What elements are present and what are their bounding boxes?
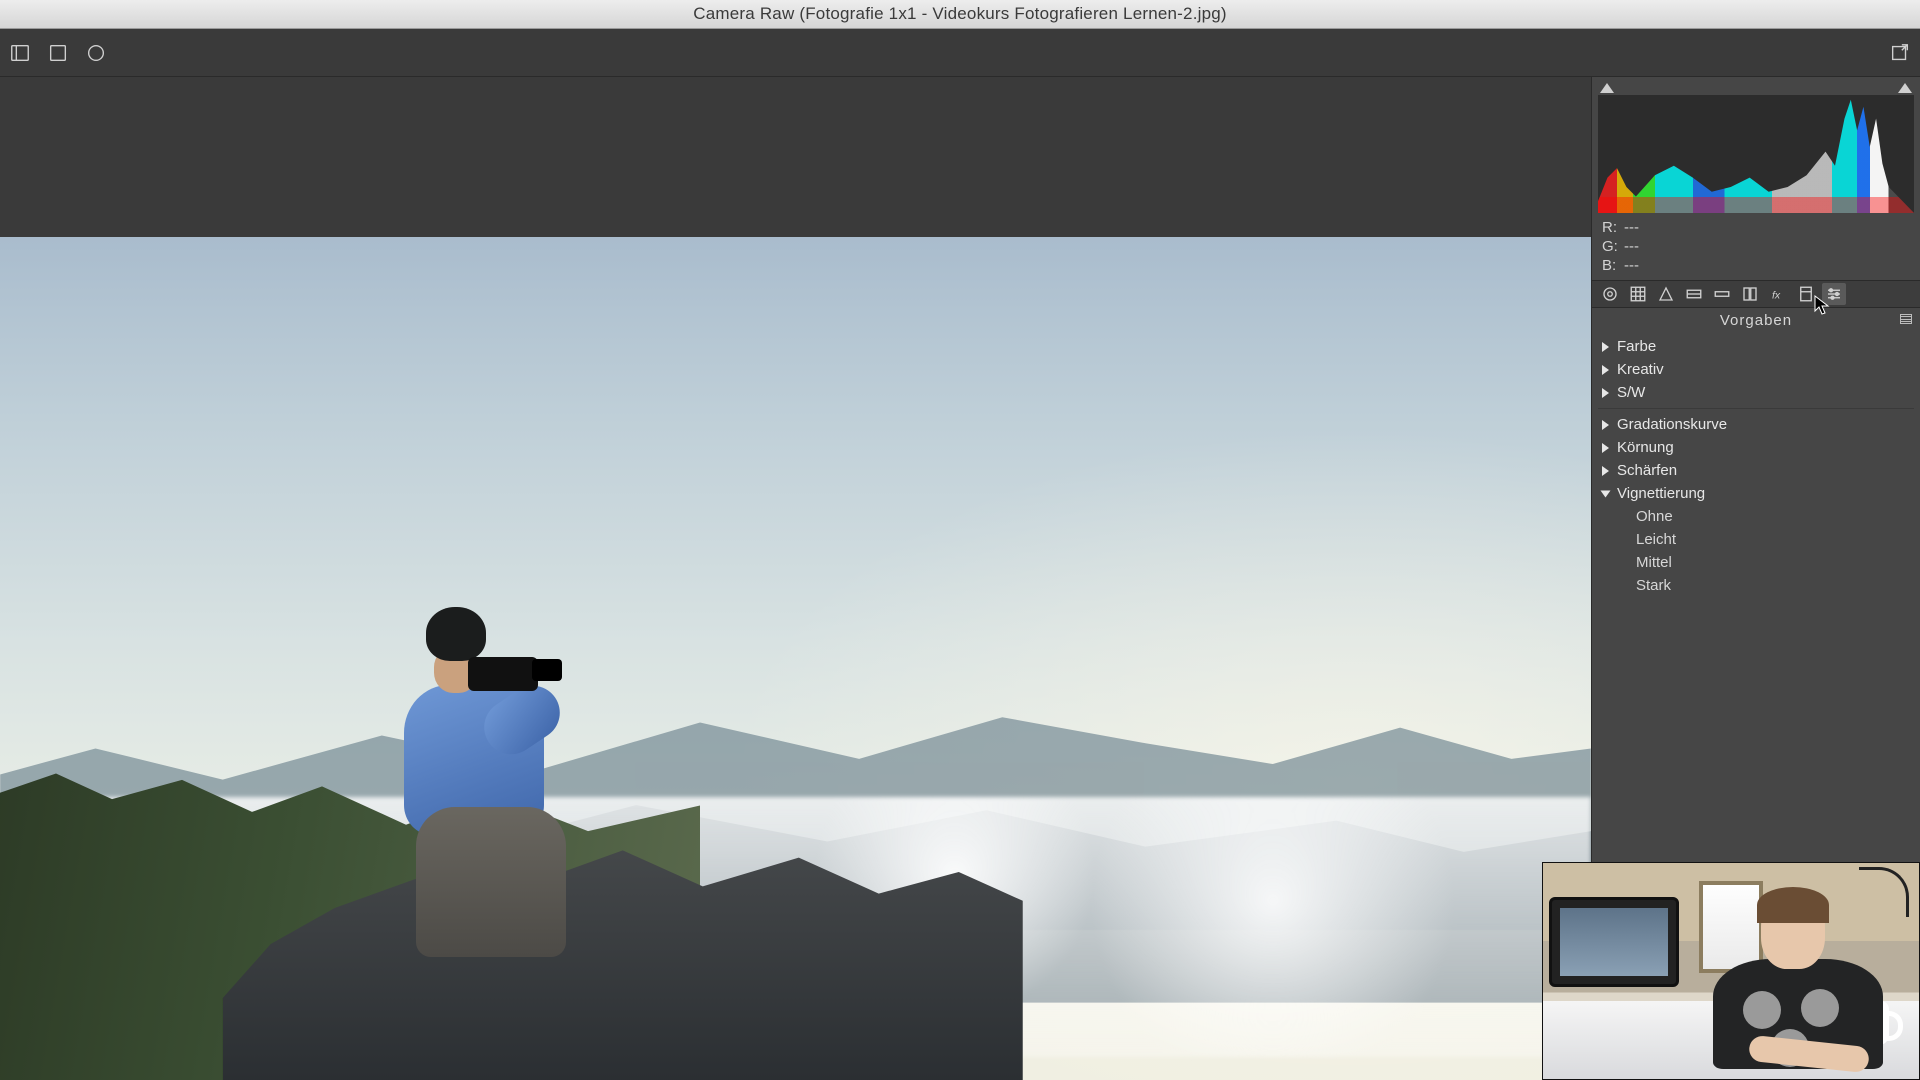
window-title: Camera Raw (Fotografie 1x1 - Videokurs F… <box>693 4 1227 24</box>
single-view-icon[interactable] <box>46 41 70 65</box>
panel-menu-icon[interactable] <box>1900 314 1912 324</box>
preset-item[interactable]: Mittel <box>1598 551 1914 574</box>
preset-group-label: Kreativ <box>1617 361 1664 378</box>
preset-group[interactable]: Farbe <box>1598 335 1914 358</box>
preset-item[interactable]: Ohne <box>1598 505 1914 528</box>
preset-group-label: Körnung <box>1617 439 1674 456</box>
fullscreen-icon[interactable] <box>1888 41 1912 65</box>
presets-tab-icon[interactable] <box>1822 283 1846 305</box>
disclosure-closed-icon <box>1602 420 1609 430</box>
preset-item[interactable]: Stark <box>1598 574 1914 597</box>
window-titlebar: Camera Raw (Fotografie 1x1 - Videokurs F… <box>0 0 1920 29</box>
disclosure-closed-icon <box>1602 365 1609 375</box>
disclosure-open-icon <box>1601 490 1611 497</box>
panel-tabstrip: fx <box>1592 280 1920 308</box>
preset-group[interactable]: S/W <box>1598 381 1914 404</box>
disclosure-closed-icon <box>1602 466 1609 476</box>
preset-group-label: S/W <box>1617 384 1645 401</box>
r-label: R: <box>1602 219 1624 236</box>
preset-group[interactable]: Schärfen <box>1598 459 1914 482</box>
g-label: G: <box>1602 238 1624 255</box>
b-label: B: <box>1602 257 1624 274</box>
histogram-panel <box>1592 77 1920 215</box>
image-canvas[interactable] <box>0 77 1591 1080</box>
disclosure-closed-icon <box>1602 443 1609 453</box>
effects-tab-icon[interactable]: fx <box>1766 283 1790 305</box>
b-value: --- <box>1624 257 1910 274</box>
histogram[interactable] <box>1598 95 1914 213</box>
preset-group-label: Gradationskurve <box>1617 416 1727 433</box>
preset-group[interactable]: Kreativ <box>1598 358 1914 381</box>
tone-curve-tab-icon[interactable] <box>1626 283 1650 305</box>
g-value: --- <box>1624 238 1910 255</box>
preset-group-label: Vignettierung <box>1617 485 1705 502</box>
r-value: --- <box>1624 219 1910 236</box>
webcam-overlay <box>1542 862 1920 1080</box>
preset-item[interactable]: Leicht <box>1598 528 1914 551</box>
panel-title-text: Vorgaben <box>1720 312 1792 329</box>
disclosure-closed-icon <box>1602 342 1609 352</box>
preview-image <box>0 237 1591 1080</box>
rgb-readout: R:--- G:--- B:--- <box>1592 215 1920 280</box>
lens-corrections-tab-icon[interactable] <box>1738 283 1762 305</box>
basic-tab-icon[interactable] <box>1598 283 1622 305</box>
split-toning-tab-icon[interactable] <box>1710 283 1734 305</box>
before-after-icon[interactable] <box>84 41 108 65</box>
preset-group[interactable]: Körnung <box>1598 436 1914 459</box>
svg-text:fx: fx <box>1772 290 1781 302</box>
preset-group[interactable]: Gradationskurve <box>1598 413 1914 436</box>
calibration-tab-icon[interactable] <box>1794 283 1818 305</box>
disclosure-closed-icon <box>1602 388 1609 398</box>
filmstrip-toggle-icon[interactable] <box>8 41 32 65</box>
preset-group-label: Farbe <box>1617 338 1656 355</box>
shadow-clipping-icon[interactable] <box>1600 83 1614 93</box>
detail-tab-icon[interactable] <box>1654 283 1678 305</box>
hsl-tab-icon[interactable] <box>1682 283 1706 305</box>
top-toolbar <box>0 29 1920 77</box>
highlight-clipping-icon[interactable] <box>1898 83 1912 93</box>
preset-group[interactable]: Vignettierung <box>1598 482 1914 505</box>
panel-title: Vorgaben <box>1592 308 1920 335</box>
preset-group-label: Schärfen <box>1617 462 1677 479</box>
separator <box>1598 408 1914 409</box>
